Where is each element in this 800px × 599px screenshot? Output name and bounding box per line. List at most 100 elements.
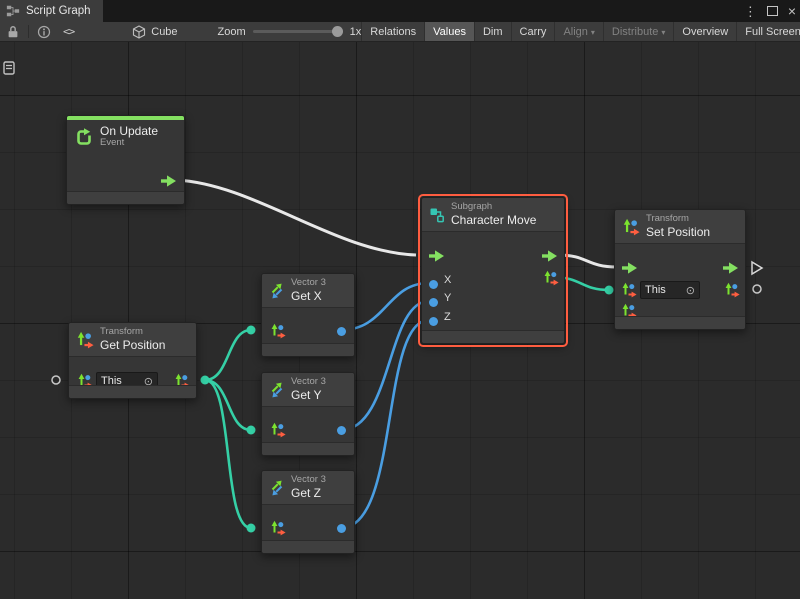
close-icon[interactable]: × xyxy=(788,4,796,18)
lock-icon[interactable] xyxy=(0,22,26,41)
object-picker-icon[interactable]: ⊙ xyxy=(686,284,695,297)
on-update-loop-icon xyxy=(74,127,94,147)
continuation-triangle-port[interactable] xyxy=(752,262,762,274)
chevron-down-icon: ▾ xyxy=(591,28,595,37)
vector-input-port-icon[interactable] xyxy=(270,422,286,438)
graph-panel-icon[interactable] xyxy=(3,61,15,80)
node-title: Character Move xyxy=(451,213,536,227)
zoom-value: 1x xyxy=(350,26,362,38)
relations-button[interactable]: Relations xyxy=(361,22,424,41)
node-title: Get X xyxy=(291,289,326,303)
node-set-position[interactable]: Transform Set Position This ⊙ xyxy=(614,209,746,330)
values-button[interactable]: Values xyxy=(424,22,474,41)
node-type: Transform xyxy=(100,327,165,338)
chevron-down-icon: ▾ xyxy=(661,28,665,37)
wire-control-onupdate-charactermove[interactable] xyxy=(176,180,416,255)
wire-getposition-getz[interactable] xyxy=(205,380,251,528)
align-button[interactable]: Align▾ xyxy=(554,22,602,41)
kebab-menu-icon[interactable]: ⋮ xyxy=(744,5,757,18)
unconnected-port[interactable] xyxy=(52,376,60,384)
dim-button[interactable]: Dim xyxy=(474,22,511,41)
vector-output-port-icon[interactable] xyxy=(543,270,559,286)
tab-title: Script Graph xyxy=(26,5,91,17)
target-object-label: Cube xyxy=(151,26,177,38)
vector-input-port[interactable] xyxy=(247,326,256,335)
node-footer xyxy=(67,191,184,204)
overview-button[interactable]: Overview xyxy=(673,22,736,41)
vector-input-port-icon[interactable] xyxy=(270,323,286,339)
transform-icon xyxy=(76,331,94,349)
wire-getposition-gety[interactable] xyxy=(205,380,251,430)
node-footer xyxy=(615,316,745,329)
graph-canvas[interactable]: On Update Event Transform Get Position T… xyxy=(0,42,800,599)
port-label-x: X xyxy=(444,274,451,286)
vector3-icon xyxy=(269,283,285,299)
subgraph-icon xyxy=(429,207,445,223)
node-title: On Update xyxy=(100,124,158,138)
distribute-button[interactable]: Distribute▾ xyxy=(603,22,673,41)
vector-input-port[interactable] xyxy=(605,286,614,295)
tab-script-graph[interactable]: Script Graph xyxy=(0,0,103,22)
graph-toolbar: <> Cube Zoom 1x Relations Values Dim Car… xyxy=(0,22,800,42)
float-output-port[interactable] xyxy=(337,426,346,435)
target-field-value: This xyxy=(645,284,666,296)
float-input-port[interactable] xyxy=(429,298,438,307)
vector-output-port-icon[interactable] xyxy=(724,282,740,298)
zoom-label: Zoom xyxy=(218,26,246,38)
vector-input-port[interactable] xyxy=(247,426,256,435)
zoom-control: Zoom 1x xyxy=(218,26,362,38)
transform-input-port-icon[interactable] xyxy=(621,282,637,298)
control-output-port[interactable] xyxy=(722,262,739,274)
node-type: Vector 3 xyxy=(291,377,326,388)
node-title: Get Y xyxy=(291,388,326,402)
zoom-slider-handle[interactable] xyxy=(332,26,343,37)
vector3-icon xyxy=(269,382,285,398)
node-get-z[interactable]: Vector 3 Get Z xyxy=(261,470,355,554)
full-screen-button[interactable]: Full Screen xyxy=(736,22,800,41)
node-get-x[interactable]: Vector 3 Get X xyxy=(261,273,355,357)
maximize-icon[interactable] xyxy=(767,6,778,16)
float-input-port[interactable] xyxy=(429,317,438,326)
node-title: Get Position xyxy=(100,338,165,352)
transform-icon xyxy=(622,218,640,236)
window-controls: ⋮ × xyxy=(744,0,796,22)
float-output-port[interactable] xyxy=(337,524,346,533)
node-character-move[interactable]: Subgraph Character Move X Y Z xyxy=(421,197,565,344)
toolbar-separator xyxy=(28,25,29,38)
float-input-port[interactable] xyxy=(429,280,438,289)
script-graph-icon xyxy=(6,4,20,18)
title-bar: Script Graph ⋮ × xyxy=(0,0,800,22)
carry-button[interactable]: Carry xyxy=(511,22,555,41)
port-label-z: Z xyxy=(444,311,451,323)
vector-input-port[interactable] xyxy=(247,524,256,533)
node-type: Vector 3 xyxy=(291,475,326,486)
node-get-y[interactable]: Vector 3 Get Y xyxy=(261,372,355,456)
vector-output-port[interactable] xyxy=(201,376,210,385)
wire-control-charactermove-setposition[interactable] xyxy=(558,255,617,267)
node-footer xyxy=(262,442,354,455)
node-footer xyxy=(422,330,564,343)
port-label-y: Y xyxy=(444,292,451,304)
vector3-icon xyxy=(269,480,285,496)
target-field[interactable]: This ⊙ xyxy=(640,281,700,299)
control-input-port[interactable] xyxy=(428,250,445,262)
node-get-position[interactable]: Transform Get Position This ⊙ xyxy=(68,322,197,399)
node-type: Vector 3 xyxy=(291,278,326,289)
float-output-port[interactable] xyxy=(337,327,346,336)
unconnected-port[interactable] xyxy=(753,285,761,293)
control-input-port[interactable] xyxy=(621,262,638,274)
zoom-slider[interactable] xyxy=(253,30,343,33)
node-on-update[interactable]: On Update Event xyxy=(66,115,185,205)
target-object[interactable]: Cube xyxy=(132,25,177,39)
control-output-port[interactable] xyxy=(541,250,558,262)
toolbar-buttons: Relations Values Dim Carry Align▾ Distri… xyxy=(361,22,800,41)
node-footer xyxy=(262,540,354,553)
node-type: Transform xyxy=(646,214,710,225)
code-icon[interactable]: <> xyxy=(57,22,80,41)
vector-input-port-icon[interactable] xyxy=(270,520,286,536)
control-output-port[interactable] xyxy=(160,175,177,187)
node-type: Subgraph xyxy=(451,202,536,213)
wire-getposition-getx[interactable] xyxy=(205,330,251,380)
info-icon[interactable] xyxy=(31,22,57,41)
node-title: Set Position xyxy=(646,225,710,239)
